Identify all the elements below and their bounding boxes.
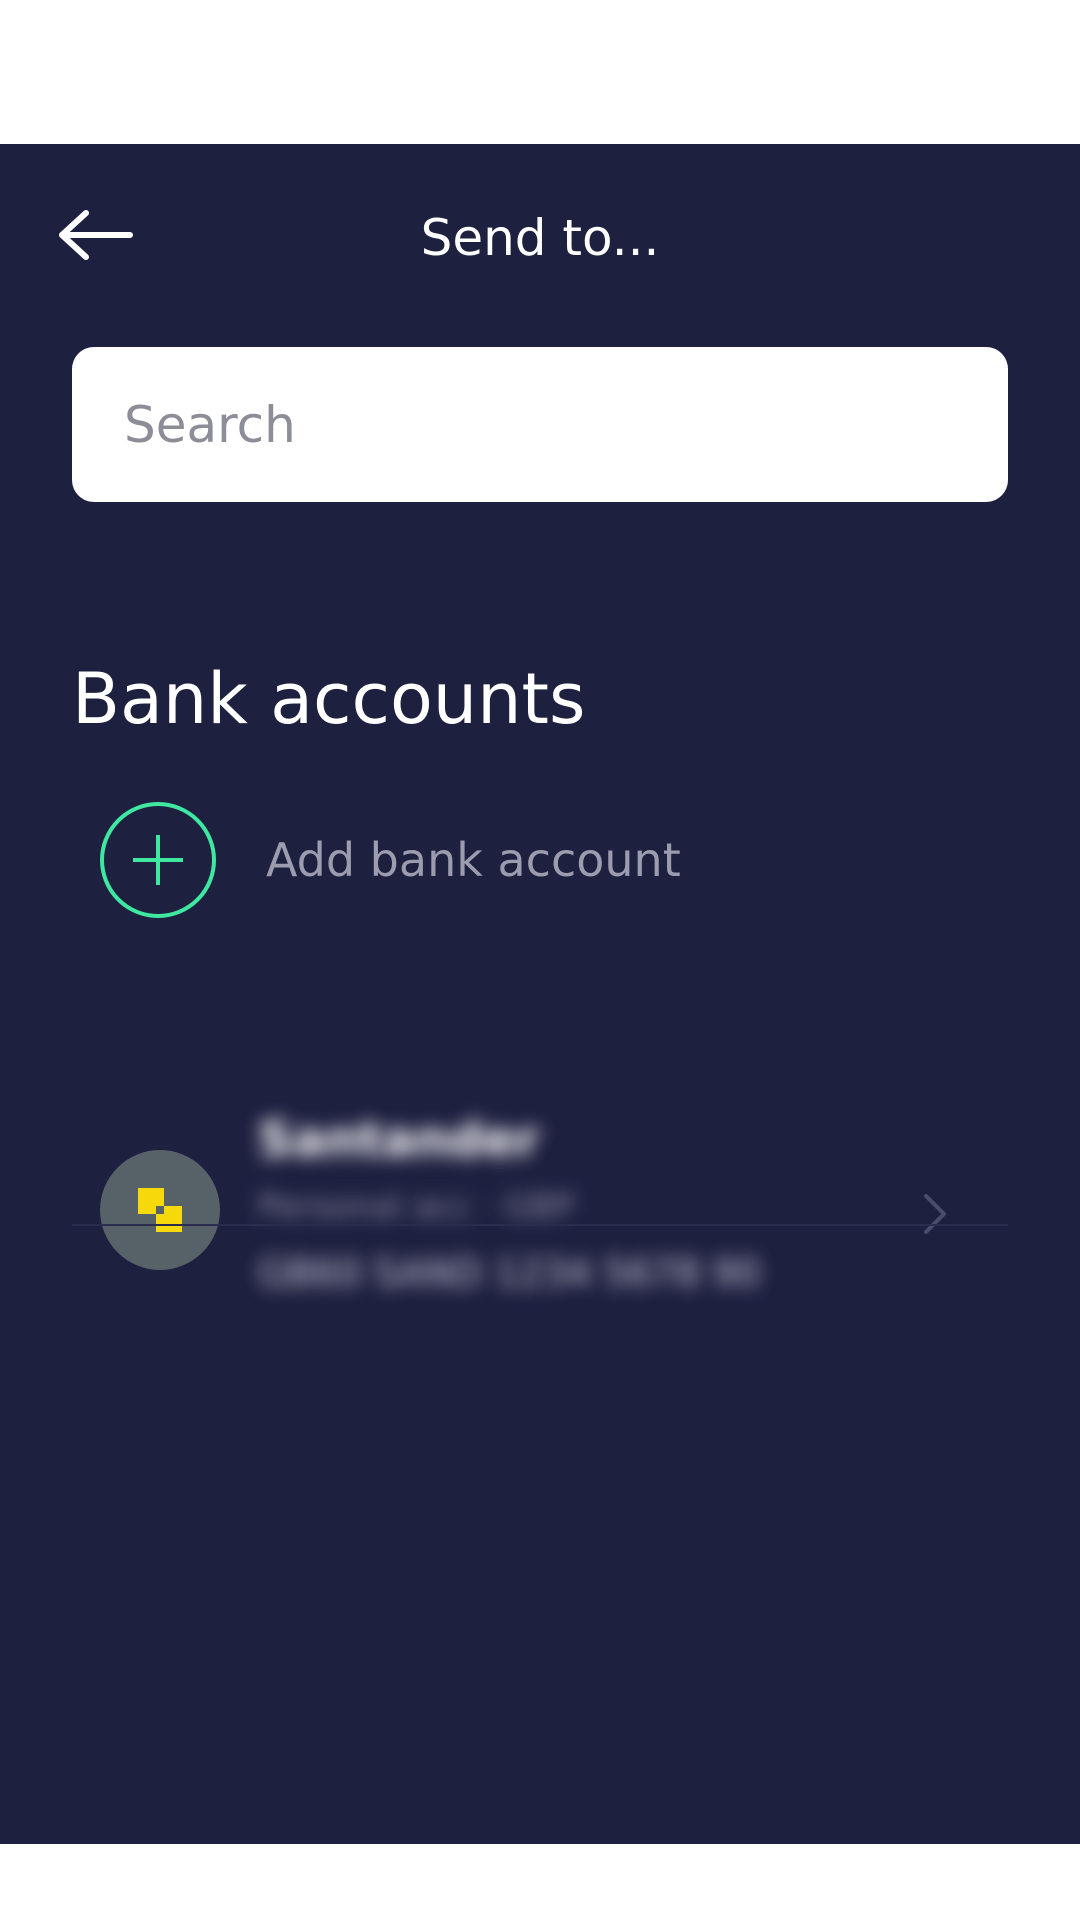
status-bar bbox=[0, 0, 1080, 144]
section-title-bank-accounts: Bank accounts bbox=[72, 658, 586, 740]
divider bbox=[72, 1224, 1008, 1226]
bank-logo bbox=[100, 1150, 220, 1270]
chevron-right-icon bbox=[924, 1194, 946, 1234]
plus-icon bbox=[100, 802, 216, 918]
send-to-screen: Send to... Bank accounts Add bank accoun… bbox=[0, 144, 1080, 1844]
navigation-bar bbox=[0, 1844, 1080, 1920]
add-bank-account-label: Add bank account bbox=[266, 833, 681, 887]
page-title: Send to... bbox=[420, 209, 660, 267]
bank-account-details: Santander Personal acc · GBP GB60 SAND 1… bbox=[258, 1104, 818, 1308]
bank-account-subtitle: Personal acc · GBP bbox=[258, 1187, 575, 1227]
search-field[interactable] bbox=[72, 347, 1008, 502]
bank-account-name: Santander bbox=[258, 1112, 540, 1168]
add-bank-account-button[interactable]: Add bank account bbox=[100, 798, 1000, 922]
bank-account-item[interactable]: Santander Personal acc · GBP GB60 SAND 1… bbox=[100, 1104, 960, 1314]
bank-account-number: GB60 SAND 1234 5678 90 bbox=[258, 1251, 761, 1295]
search-input[interactable] bbox=[122, 394, 958, 455]
